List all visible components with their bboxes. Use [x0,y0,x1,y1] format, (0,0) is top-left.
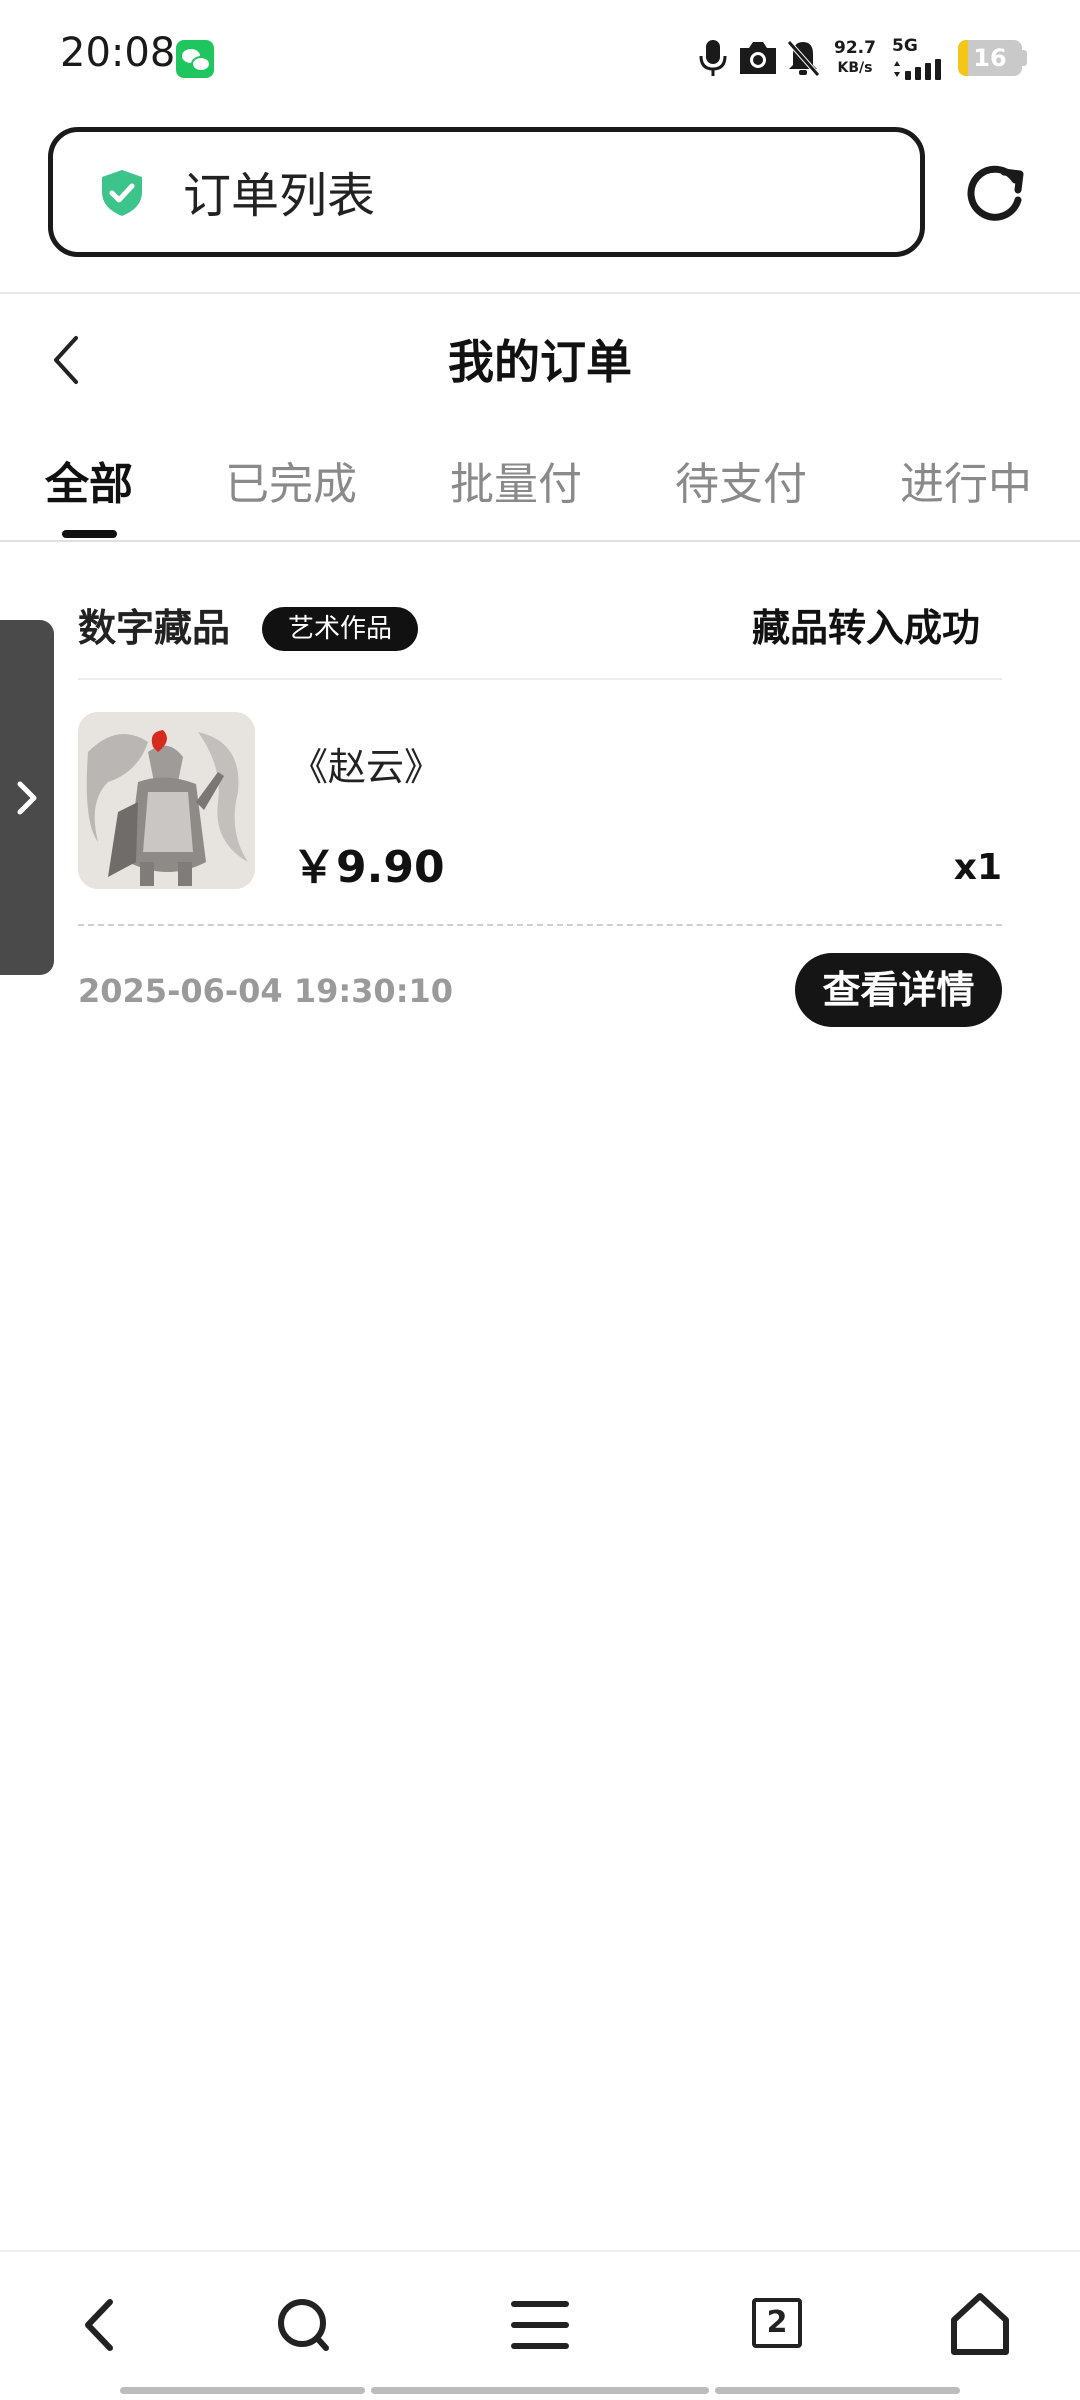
battery-cap [1022,50,1027,66]
gesture-bar-center [371,2387,709,2394]
camera-icon [740,42,776,74]
tabs-icon[interactable]: 2 [752,2298,802,2348]
view-details-button[interactable]: 查看详情 [795,953,1002,1027]
battery-level: 16 [973,44,1007,72]
card-divider [78,678,1002,680]
tab-completed[interactable]: 已完成 [225,450,357,520]
network-speed-unit: KB/s [837,60,873,76]
address-bar[interactable]: 订单列表 [48,127,925,257]
home-icon[interactable] [940,2290,1020,2360]
wechat-icon [176,40,214,78]
search-icon[interactable] [264,2290,344,2360]
product-image[interactable] [78,712,255,889]
gesture-bar-right [715,2387,960,2394]
tabs-divider [0,540,1080,542]
battery-icon: 16 [958,40,1022,76]
bottom-nav-divider [0,2250,1080,2252]
tab-active-indicator [62,530,117,538]
back-icon[interactable] [60,2290,140,2360]
tab-in-progress[interactable]: 进行中 [900,450,1032,520]
order-category: 数字藏品 [78,606,231,650]
signal-icon [894,59,941,80]
bell-off-icon [787,40,820,77]
order-tabs: 全部 已完成 批量付 待支付 进行中 [0,450,1080,540]
gesture-bar-left [120,2387,365,2394]
shield-check-icon [102,170,142,216]
status-bar: 20:08 92.7 KB/s 5G 16 [0,0,1080,115]
page-title: 我的订单 [448,335,632,389]
order-tag: 艺术作品 [262,607,419,651]
chevron-right-icon [17,781,37,815]
product-quantity: x1 [953,847,1002,888]
tab-pending-payment[interactable]: 待支付 [675,450,807,520]
product-price: ￥9.90 [292,842,445,893]
address-text[interactable]: 订单列表 [183,170,375,222]
order-status: 藏品转入成功 [751,606,980,650]
order-time: 2025-06-04 19:30:10 [78,972,454,1010]
reload-icon[interactable] [960,158,1030,228]
tab-batch-pay[interactable]: 批量付 [450,450,582,520]
menu-icon[interactable] [500,2290,580,2360]
product-name[interactable]: 《赵云》 [290,742,442,792]
status-time: 20:08 [60,30,176,76]
network-type: 5G [892,36,918,56]
header-divider [0,292,1080,294]
card-dashed-divider [78,924,1002,926]
network-speed-value: 92.7 [834,38,876,58]
mic-icon [699,40,727,76]
network-speed: 92.7 KB/s [830,38,880,78]
side-drawer-handle[interactable] [0,620,54,975]
tab-all[interactable]: 全部 [45,450,133,520]
